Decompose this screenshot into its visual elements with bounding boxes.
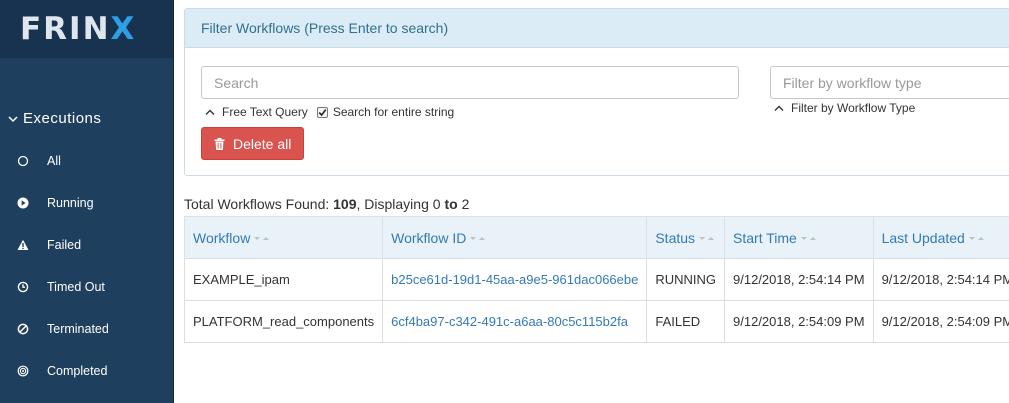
sidebar-item-label: Running xyxy=(47,196,94,210)
filter-panel: Filter Workflows (Press Enter to search)… xyxy=(184,8,1009,176)
sort-icon xyxy=(968,236,984,240)
executions-section-header[interactable]: Executions xyxy=(8,110,101,127)
sidebar-item-timed-out[interactable]: Timed Out xyxy=(0,266,174,308)
entire-string-label[interactable]: Search for entire string xyxy=(333,105,454,119)
column-header-workflow[interactable]: Workflow xyxy=(183,216,384,259)
chevron-down-icon xyxy=(8,115,18,122)
column-header-workflow-id[interactable]: Workflow ID xyxy=(382,216,648,259)
chevron-up-icon[interactable] xyxy=(205,108,215,116)
clock-icon xyxy=(16,280,30,294)
delete-all-label: Delete all xyxy=(233,135,292,152)
start-time-cell: 9/12/2018, 2:54:14 PM xyxy=(724,258,874,301)
sidebar-item-completed[interactable]: Completed xyxy=(0,350,174,392)
circle-outline-icon xyxy=(16,154,30,168)
filter-panel-title: Filter Workflows (Press Enter to search) xyxy=(185,9,1009,48)
sidebar-item-label: Timed Out xyxy=(47,280,105,294)
sidebar-item-label: Terminated xyxy=(47,322,109,336)
frinx-logo[interactable]: FRINX xyxy=(20,11,136,47)
last-updated-cell: 9/12/2018, 2:54:14 PM xyxy=(872,258,1009,301)
workflows-table: Workflow Workflow ID Status Start Time L… xyxy=(183,216,1009,343)
workflow-id-link[interactable]: b25ce61d-19d1-45aa-a9e5-961dac066ebe xyxy=(382,258,648,301)
chevron-up-icon[interactable] xyxy=(774,104,784,112)
sidebar-item-label: Completed xyxy=(47,364,108,378)
total-count: 109 xyxy=(333,196,357,212)
bullseye-icon xyxy=(16,364,30,378)
sidebar-item-all[interactable]: All xyxy=(0,140,174,182)
search-input[interactable] xyxy=(201,66,739,99)
last-updated-cell: 9/12/2018, 2:54:09 PM xyxy=(872,300,1009,343)
display-from: 0 xyxy=(432,196,441,212)
sidebar-item-label: All xyxy=(47,154,61,168)
free-text-query-label[interactable]: Free Text Query xyxy=(222,105,308,119)
sidebar-item-label: Failed xyxy=(47,238,82,252)
table-row[interactable]: PLATFORM_read_components 6cf4ba97-c342-4… xyxy=(183,300,1009,343)
sidebar: FRINX Executions All Running Failed Time… xyxy=(0,0,174,403)
ban-icon xyxy=(16,322,30,336)
logo-area: FRINX xyxy=(0,0,173,58)
sort-icon xyxy=(699,236,715,240)
workflow-type-label[interactable]: Filter by Workflow Type xyxy=(791,101,915,115)
workflow-name-cell: PLATFORM_read_components xyxy=(183,300,384,343)
sort-icon xyxy=(254,236,270,240)
status-cell: RUNNING xyxy=(646,258,726,301)
column-header-last-updated[interactable]: Last Updated xyxy=(872,216,1009,259)
table-row[interactable]: EXAMPLE_ipam b25ce61d-19d1-45aa-a9e5-961… xyxy=(183,258,1009,301)
executions-nav: All Running Failed Timed Out Terminated … xyxy=(0,140,174,392)
search-options: Free Text Query Search for entire string xyxy=(205,105,454,119)
workflow-type-options: Filter by Workflow Type xyxy=(774,101,915,115)
section-label: Executions xyxy=(23,110,102,127)
sidebar-item-failed[interactable]: Failed xyxy=(0,224,174,266)
delete-all-button[interactable]: Delete all xyxy=(201,127,304,160)
sort-icon xyxy=(800,236,816,240)
sort-icon xyxy=(470,236,486,240)
start-time-cell: 9/12/2018, 2:54:09 PM xyxy=(724,300,874,343)
warning-icon xyxy=(16,238,30,252)
table-header-row: Workflow Workflow ID Status Start Time L… xyxy=(183,216,1009,259)
workflow-type-filter-input[interactable] xyxy=(770,66,1009,99)
column-header-status[interactable]: Status xyxy=(646,216,726,259)
results-summary: Total Workflows Found: 109, Displaying 0… xyxy=(184,196,470,212)
play-circle-icon xyxy=(16,196,30,210)
sidebar-item-terminated[interactable]: Terminated xyxy=(0,308,174,350)
entire-string-checkbox[interactable] xyxy=(316,106,328,118)
trash-icon xyxy=(214,137,225,150)
workflow-id-link[interactable]: 6cf4ba97-c342-491c-a6aa-80c5c115b2fa xyxy=(382,300,648,343)
sidebar-item-running[interactable]: Running xyxy=(0,182,174,224)
display-to: 2 xyxy=(461,196,470,212)
column-header-start-time[interactable]: Start Time xyxy=(724,216,874,259)
status-cell: FAILED xyxy=(646,300,726,343)
workflow-name-cell: EXAMPLE_ipam xyxy=(183,258,384,301)
